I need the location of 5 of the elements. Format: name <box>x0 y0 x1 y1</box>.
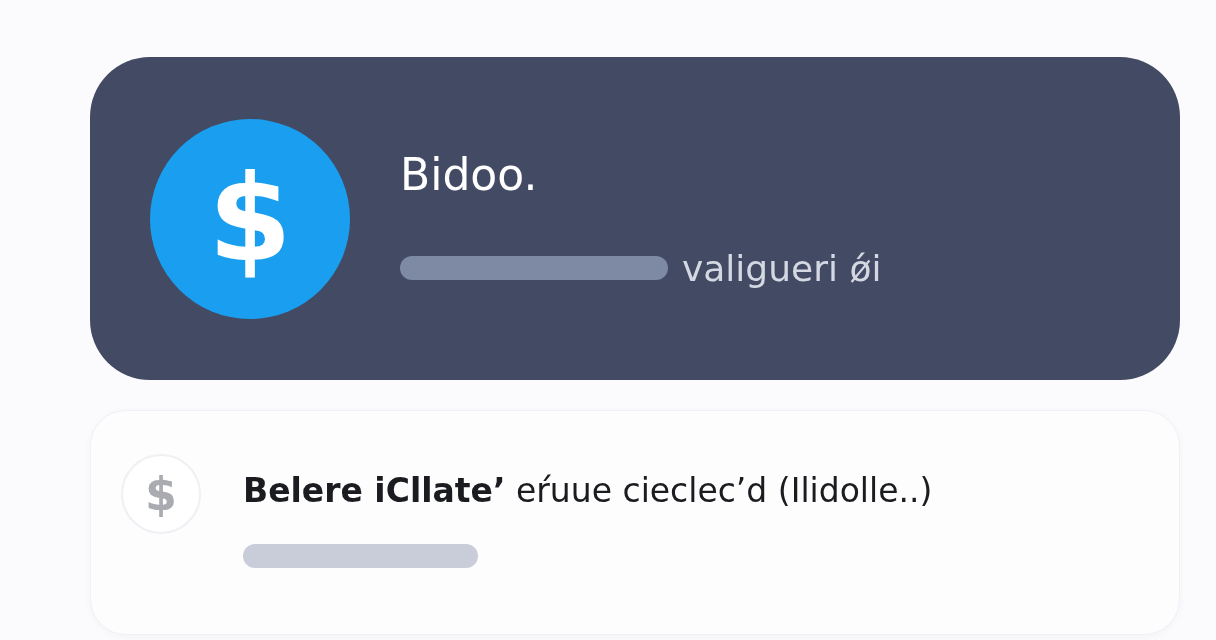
card-title: Belere iCllate’ eŕuue cieclec’d (Ilidolle..) <box>243 471 933 510</box>
card-subtitle: valigueri ǿi <box>682 247 882 289</box>
dollar-icon: $ <box>121 454 201 534</box>
card-title: Bidoo. <box>400 148 539 200</box>
dollar-icon: $ <box>150 118 350 319</box>
